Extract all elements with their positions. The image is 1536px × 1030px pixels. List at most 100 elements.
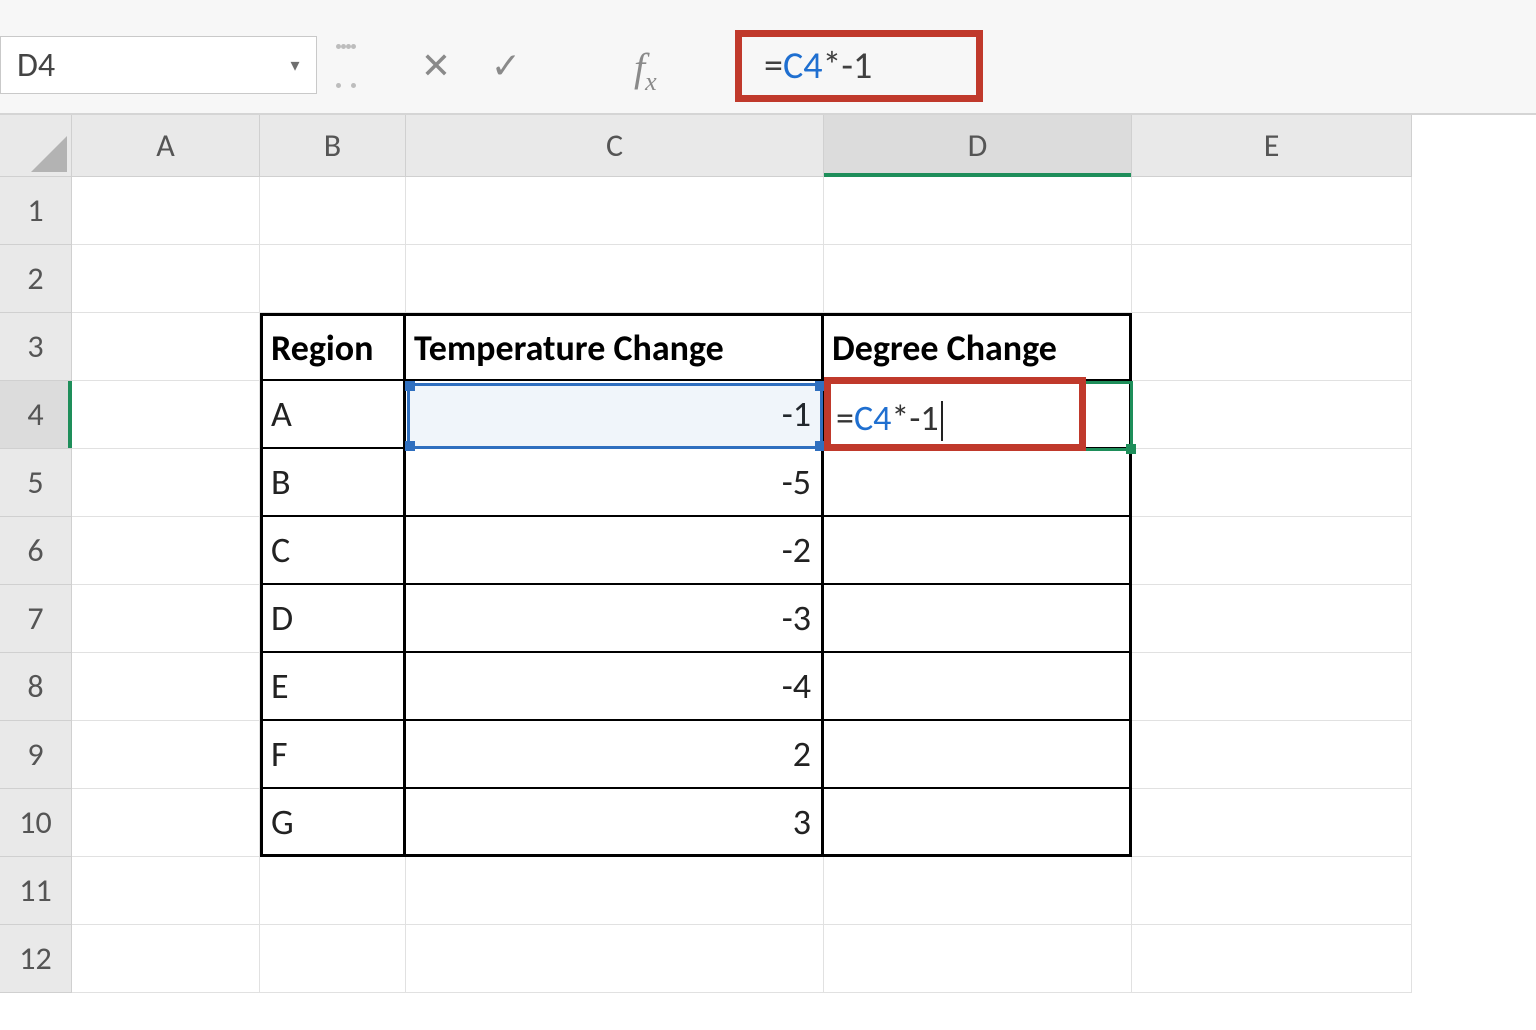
- cell-C8[interactable]: -4: [406, 653, 824, 721]
- row-header-3[interactable]: 3: [0, 313, 72, 381]
- cell-C6[interactable]: -2: [406, 517, 824, 585]
- cell-B12[interactable]: [260, 925, 406, 993]
- cell-E11[interactable]: [1132, 857, 1412, 925]
- cell-B2[interactable]: [260, 245, 406, 313]
- cell-C10[interactable]: 3: [406, 789, 824, 857]
- cell-B10[interactable]: G: [260, 789, 406, 857]
- cell-D9[interactable]: [824, 721, 1132, 789]
- grid-row: B -5: [72, 449, 1412, 517]
- text-cursor-icon: [941, 401, 943, 441]
- cell-E4[interactable]: [1132, 381, 1412, 449]
- cell-E7[interactable]: [1132, 585, 1412, 653]
- col-header-E[interactable]: E: [1132, 115, 1412, 177]
- cell-E10[interactable]: [1132, 789, 1412, 857]
- cell-E6[interactable]: [1132, 517, 1412, 585]
- cell-C2[interactable]: [406, 245, 824, 313]
- name-box-value: D4: [17, 45, 274, 86]
- cell-D3[interactable]: Degree Change: [824, 313, 1132, 381]
- formula-bar-grip-icon[interactable]: [336, 44, 356, 88]
- cell-C1[interactable]: [406, 177, 824, 245]
- cell-D12[interactable]: [824, 925, 1132, 993]
- formula-rest: *-1: [822, 43, 872, 89]
- insert-function-button[interactable]: fx: [634, 44, 657, 97]
- grid-row: A -1: [72, 381, 1412, 449]
- cell-D6[interactable]: [824, 517, 1132, 585]
- cell-A8[interactable]: [72, 653, 260, 721]
- cell-B7[interactable]: D: [260, 585, 406, 653]
- cancel-icon: ✕: [421, 44, 451, 88]
- cell-C4[interactable]: -1: [406, 381, 824, 449]
- cell-E3[interactable]: [1132, 313, 1412, 381]
- cell-D1[interactable]: [824, 177, 1132, 245]
- row-header-8[interactable]: 8: [0, 653, 72, 721]
- cell-B3[interactable]: Region: [260, 313, 406, 381]
- cell-D10[interactable]: [824, 789, 1132, 857]
- cell-A4[interactable]: [72, 381, 260, 449]
- cell-D2[interactable]: [824, 245, 1132, 313]
- name-box-dropdown-icon[interactable]: ▾: [274, 54, 316, 76]
- cell-A10[interactable]: [72, 789, 260, 857]
- header-degree-change: Degree Change: [832, 326, 1057, 370]
- col-header-A[interactable]: A: [72, 115, 260, 177]
- fx-icon-x: x: [645, 67, 657, 96]
- row-header-9[interactable]: 9: [0, 721, 72, 789]
- cell-A9[interactable]: [72, 721, 260, 789]
- name-box[interactable]: D4 ▾: [0, 36, 317, 94]
- cell-C5[interactable]: -5: [406, 449, 824, 517]
- cell-D5[interactable]: [824, 449, 1132, 517]
- cell-A5[interactable]: [72, 449, 260, 517]
- cell-C6-value: -2: [782, 528, 811, 572]
- formula-prefix: =: [764, 43, 783, 89]
- cell-B5[interactable]: B: [260, 449, 406, 517]
- cell-C11[interactable]: [406, 857, 824, 925]
- cell-E8[interactable]: [1132, 653, 1412, 721]
- cell-D7[interactable]: [824, 585, 1132, 653]
- row-header-12[interactable]: 12: [0, 925, 72, 993]
- cell-B9-value: F: [271, 732, 288, 776]
- enter-button[interactable]: ✓: [478, 44, 534, 88]
- col-header-B[interactable]: B: [260, 115, 406, 177]
- cell-D11[interactable]: [824, 857, 1132, 925]
- row-header-5[interactable]: 5: [0, 449, 72, 517]
- cell-A6[interactable]: [72, 517, 260, 585]
- cell-D8[interactable]: [824, 653, 1132, 721]
- row-header-4[interactable]: 4: [0, 381, 72, 449]
- cell-B4[interactable]: A: [260, 381, 406, 449]
- select-all-button[interactable]: [0, 115, 72, 177]
- row-header-2[interactable]: 2: [0, 245, 72, 313]
- col-header-D[interactable]: D: [824, 115, 1132, 177]
- edit-rest: *-1: [891, 396, 938, 440]
- cell-A7[interactable]: [72, 585, 260, 653]
- formula-input[interactable]: =C4*-1: [760, 40, 1460, 92]
- cell-E12[interactable]: [1132, 925, 1412, 993]
- cell-E1[interactable]: [1132, 177, 1412, 245]
- cell-C9[interactable]: 2: [406, 721, 824, 789]
- row-header-1[interactable]: 1: [0, 177, 72, 245]
- cell-A3[interactable]: [72, 313, 260, 381]
- col-header-C[interactable]: C: [406, 115, 824, 177]
- cell-E2[interactable]: [1132, 245, 1412, 313]
- cell-C12[interactable]: [406, 925, 824, 993]
- cell-A1[interactable]: [72, 177, 260, 245]
- cell-D4-edit[interactable]: =C4*-1: [836, 396, 943, 441]
- cancel-button[interactable]: ✕: [408, 44, 464, 88]
- cell-A2[interactable]: [72, 245, 260, 313]
- row-header-10[interactable]: 10: [0, 789, 72, 857]
- row-header-11[interactable]: 11: [0, 857, 72, 925]
- formula-bar: D4 ▾ ✕ ✓ fx =C4*-1: [0, 0, 1536, 115]
- cell-B6[interactable]: C: [260, 517, 406, 585]
- row-header-6[interactable]: 6: [0, 517, 72, 585]
- cell-B8[interactable]: E: [260, 653, 406, 721]
- cell-A12[interactable]: [72, 925, 260, 993]
- cell-B9[interactable]: F: [260, 721, 406, 789]
- cell-C7[interactable]: -3: [406, 585, 824, 653]
- cell-C3[interactable]: Temperature Change: [406, 313, 824, 381]
- cell-B11[interactable]: [260, 857, 406, 925]
- cell-E9[interactable]: [1132, 721, 1412, 789]
- cell-E5[interactable]: [1132, 449, 1412, 517]
- row-header-7[interactable]: 7: [0, 585, 72, 653]
- cell-C7-value: -3: [782, 596, 811, 640]
- cell-B1[interactable]: [260, 177, 406, 245]
- cell-A11[interactable]: [72, 857, 260, 925]
- edit-ref: C4: [854, 396, 891, 440]
